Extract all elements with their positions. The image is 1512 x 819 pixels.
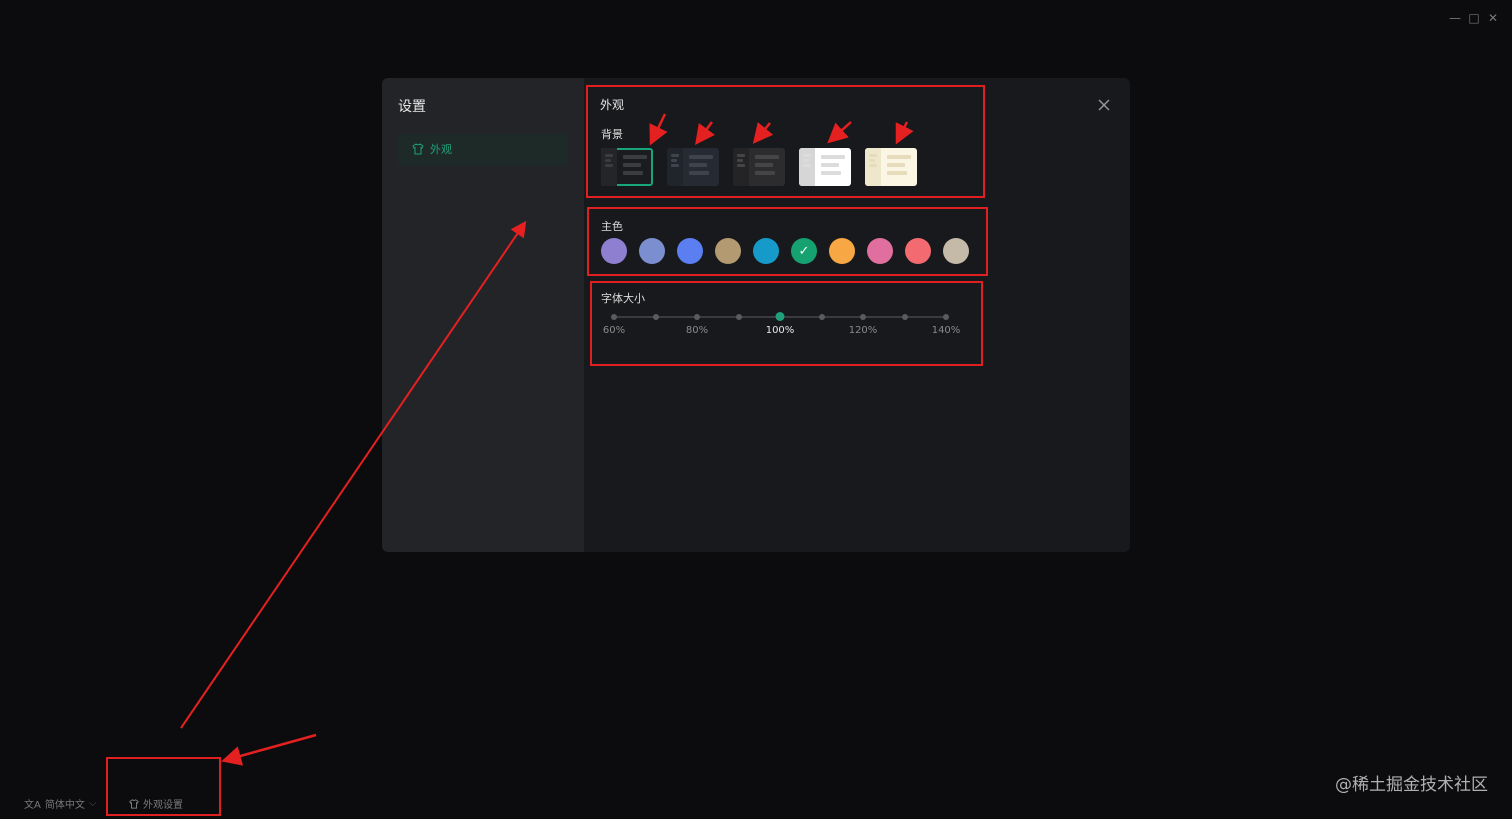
slider-step[interactable] <box>860 314 866 320</box>
shirt-icon <box>412 143 424 155</box>
thumbnail-line <box>671 154 679 157</box>
slider-step[interactable] <box>943 314 949 320</box>
thumbnail-line <box>821 163 839 167</box>
language-selector[interactable]: 文A 简体中文 ⌵ <box>24 796 96 811</box>
thumbnail-line <box>821 155 845 159</box>
color-swatch[interactable]: ✓ <box>791 238 817 264</box>
thumbnail-line <box>821 171 841 175</box>
thumbnail-line <box>887 171 907 175</box>
translate-icon: 文A <box>24 800 41 811</box>
thumbnail-line <box>671 164 679 167</box>
font-size-tick-label: 140% <box>931 325 961 336</box>
color-options: ✓ <box>601 238 969 264</box>
color-swatch[interactable] <box>601 238 627 264</box>
sidebar-item-appearance[interactable]: 外观 <box>398 133 568 165</box>
slider-step[interactable] <box>901 314 908 320</box>
thumbnail-line <box>803 154 811 157</box>
thumbnail-line <box>887 155 911 159</box>
close-icon[interactable]: ✕ <box>1488 11 1498 25</box>
thumbnail-line <box>755 163 773 167</box>
dialog-sidebar: 设置 外观 <box>382 78 584 552</box>
slider-step[interactable] <box>735 314 742 320</box>
color-swatch[interactable] <box>905 238 931 264</box>
thumbnail-line <box>623 163 641 167</box>
background-option-light-white[interactable] <box>799 148 851 186</box>
thumbnail-line <box>869 154 877 157</box>
color-swatch[interactable] <box>715 238 741 264</box>
thumbnail-line <box>803 164 811 167</box>
thumbnail-line <box>755 155 779 159</box>
slider-step[interactable] <box>611 314 617 320</box>
arrow-to-statusbar <box>221 733 317 766</box>
thumbnail-line <box>869 159 875 162</box>
dialog-title: 设置 <box>398 99 426 115</box>
thumbnail-line <box>803 159 809 162</box>
font-size-slider[interactable] <box>611 312 949 321</box>
thumbnail-line <box>737 164 745 167</box>
thumbnail-line <box>605 154 613 157</box>
font-size-tick-label: 120% <box>848 325 878 336</box>
thumbnail-line <box>689 171 709 175</box>
background-option-dark-gray[interactable] <box>733 148 785 186</box>
appearance-settings-label: 外观设置 <box>143 800 183 811</box>
thumbnail-line <box>737 154 745 157</box>
settings-dialog: 设置 外观 外观 背景 主色 ✓ 字体大小 60% 80% 100% 120% 140% <box>382 78 1130 552</box>
thumbnail-line <box>605 164 613 167</box>
font-size-tick-label: 100% <box>765 325 795 336</box>
thumbnail-line <box>755 171 775 175</box>
thumbnail-line <box>869 164 877 167</box>
thumbnail-line <box>737 159 743 162</box>
slider-step[interactable] <box>818 314 825 320</box>
thumbnail-line <box>623 155 647 159</box>
sidebar-item-label: 外观 <box>430 143 452 156</box>
thumbnail-line <box>689 155 713 159</box>
thumbnail-line <box>689 163 707 167</box>
font-size-label: 字体大小 <box>601 292 645 305</box>
language-label: 简体中文 <box>44 800 85 811</box>
window-controls: — □ ✕ <box>1449 11 1498 25</box>
slider-step[interactable] <box>694 314 700 320</box>
primary-color-label: 主色 <box>601 220 623 233</box>
chevron-down-icon: ⌵ <box>88 798 97 809</box>
background-label: 背景 <box>601 128 623 141</box>
check-icon: ✓ <box>798 243 810 259</box>
color-swatch[interactable] <box>943 238 969 264</box>
slider-step[interactable] <box>652 314 659 320</box>
maximize-icon[interactable]: □ <box>1468 11 1479 25</box>
background-option-dark-navy[interactable] <box>667 148 719 186</box>
color-swatch[interactable] <box>867 238 893 264</box>
thumbnail-line <box>671 159 677 162</box>
color-swatch[interactable] <box>829 238 855 264</box>
thumbnail-line <box>623 171 643 175</box>
minimize-icon[interactable]: — <box>1449 11 1461 25</box>
background-option-light-cream[interactable] <box>865 148 917 186</box>
section-title: 外观 <box>600 98 625 112</box>
slider-handle[interactable] <box>775 312 785 321</box>
color-swatch[interactable] <box>753 238 779 264</box>
background-option-dark-green[interactable] <box>601 148 653 186</box>
thumbnail-line <box>605 159 611 162</box>
appearance-panel: 外观 背景 主色 ✓ 字体大小 60% 80% 100% 120% 140% <box>584 78 1130 552</box>
color-swatch[interactable] <box>677 238 703 264</box>
thumbnail-line <box>887 163 905 167</box>
font-size-tick-label: 80% <box>685 325 709 336</box>
color-swatch[interactable] <box>639 238 665 264</box>
font-size-tick-label: 60% <box>602 325 626 336</box>
appearance-settings-button[interactable]: 外观设置 <box>129 796 183 811</box>
background-options <box>601 148 917 186</box>
watermark: @稀土掘金技术社区 <box>1335 775 1488 795</box>
shirt-icon <box>129 798 139 809</box>
